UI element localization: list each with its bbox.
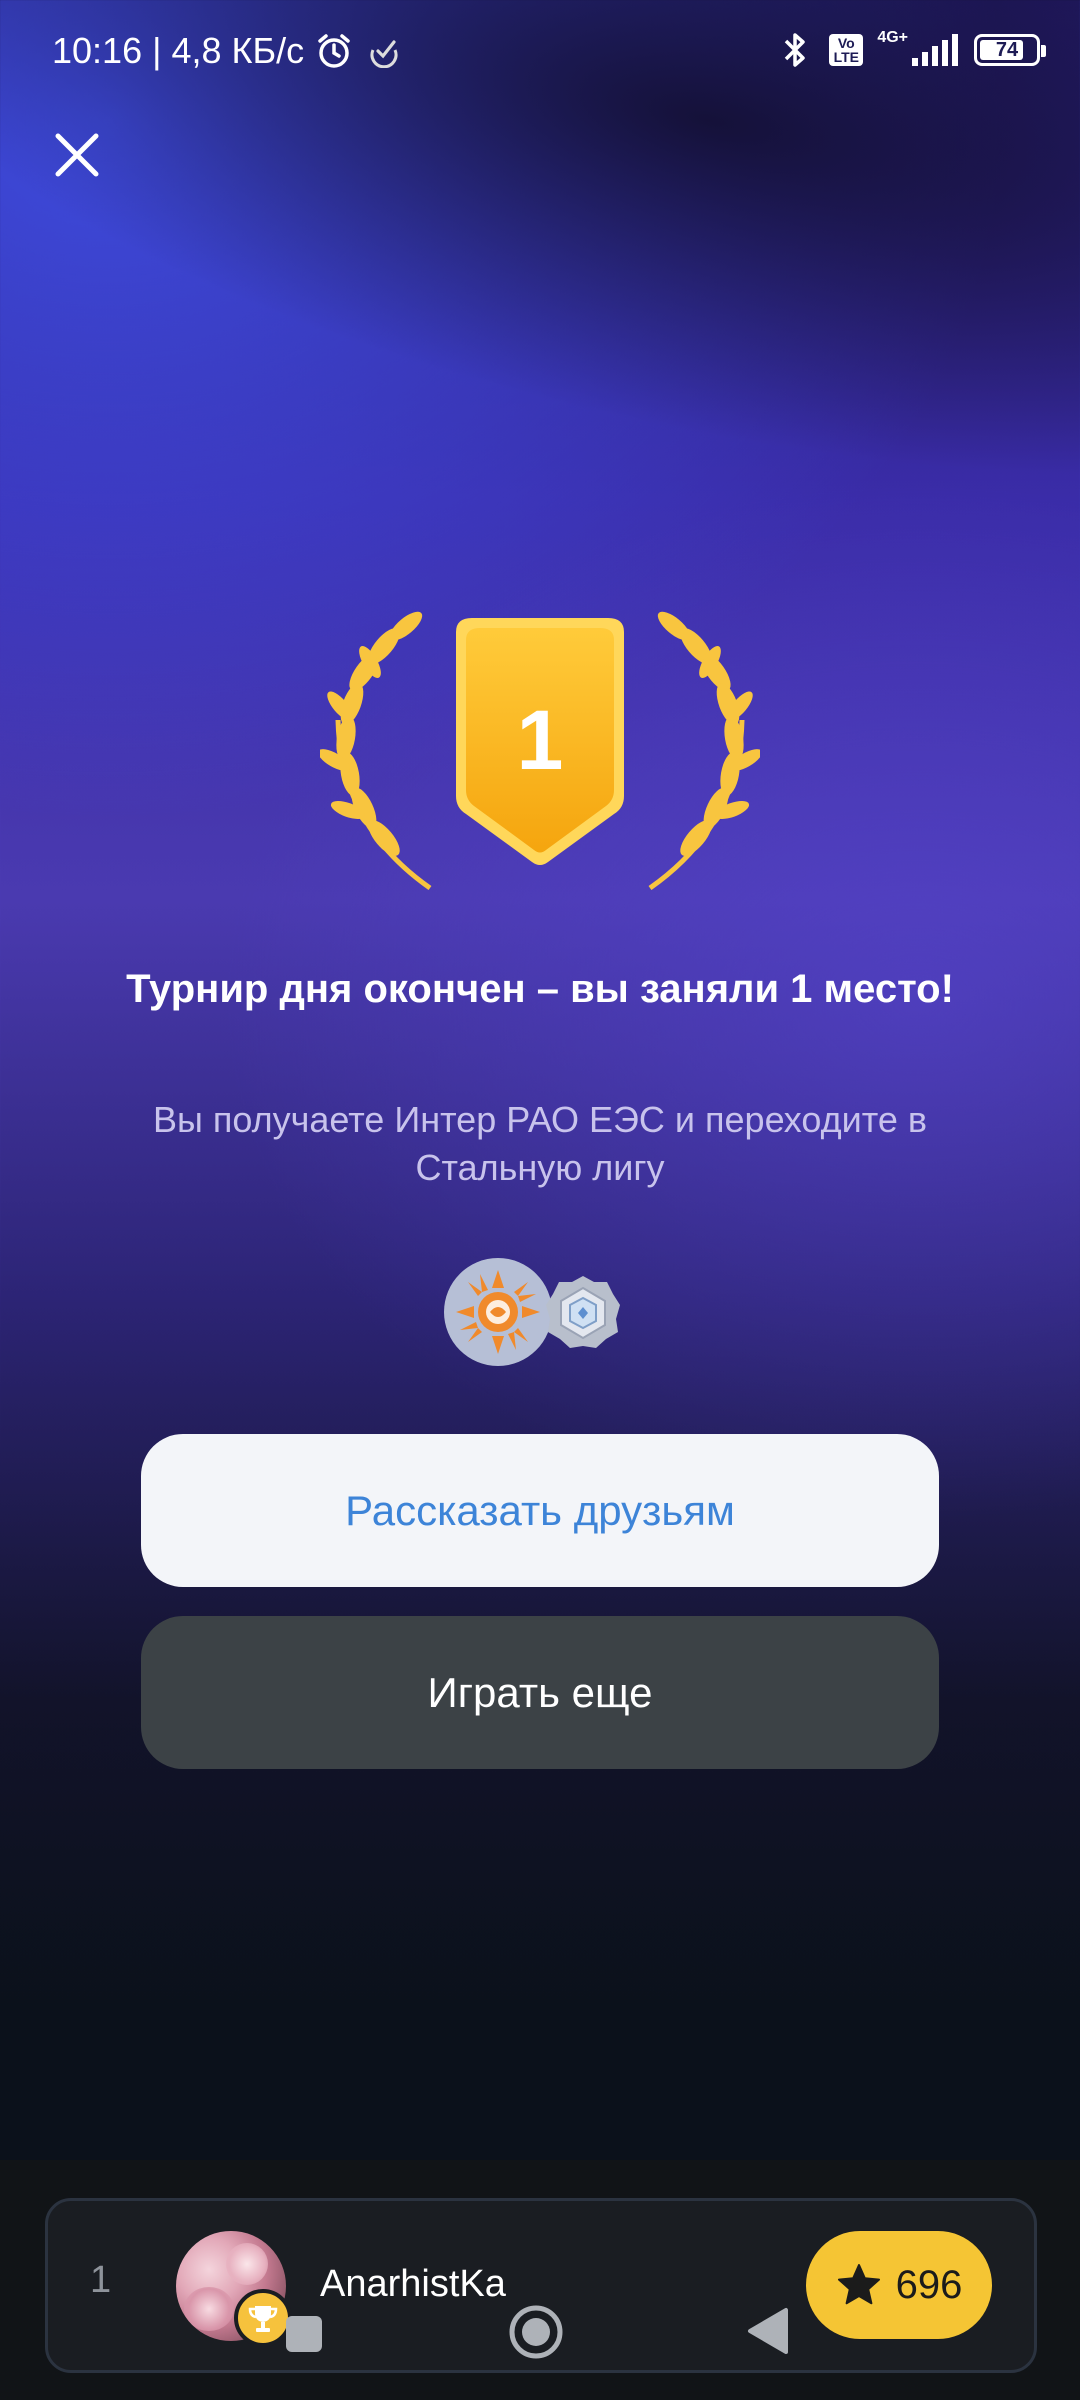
triangle-back-icon [748, 2308, 788, 2354]
home-button[interactable] [508, 2304, 564, 2365]
status-right: Vo LTE 4G+ 74 [775, 29, 1046, 70]
volte-icon: Vo LTE [829, 34, 864, 66]
alarm-icon [314, 31, 354, 71]
result-subtitle: Вы получаете Интер РАО ЕЭС и переходите … [153, 1099, 927, 1188]
back-button[interactable] [746, 2306, 792, 2361]
battery-level: 74 [995, 38, 1019, 61]
score-value: 696 [895, 2262, 963, 2307]
cellular-signal-icon [908, 30, 960, 70]
result-title: Турнир дня окончен – вы заняли 1 место! [126, 967, 954, 1011]
bluetooth-icon [775, 30, 815, 70]
play-again-button[interactable]: Играть еще [141, 1616, 939, 1769]
battery-icon: 74 [974, 34, 1046, 66]
status-left: 10:16 | 4,8 КБ/с [52, 30, 404, 72]
status-time: 10:16 [52, 30, 143, 71]
square-icon [286, 2316, 322, 2352]
company-logo-icon [444, 1258, 552, 1366]
signal-check-icon [364, 31, 404, 71]
network-type: 4G+ [877, 29, 908, 46]
close-button[interactable] [50, 128, 104, 182]
circle-icon [509, 2305, 563, 2359]
close-icon [55, 133, 99, 177]
network-speed: 4,8 КБ/с [171, 30, 305, 71]
status-separator: | [152, 30, 162, 71]
score-badge: 696 [806, 2231, 992, 2339]
steel-league-badge-icon [544, 1274, 622, 1352]
star-icon [837, 2264, 880, 2305]
leaderboard-username: AnarhistKa [320, 2263, 506, 2305]
place-number: 1 [516, 692, 564, 787]
first-place-badge: 1 [318, 610, 762, 900]
share-with-friends-button[interactable]: Рассказать друзьям [141, 1434, 939, 1587]
recent-apps-button[interactable] [282, 2312, 326, 2361]
leaderboard-rank: 1 [90, 2259, 112, 2301]
rewards [440, 1258, 640, 1368]
status-bar: 10:16 | 4,8 КБ/с Vo LTE 4G+ 74 [0, 0, 1080, 105]
